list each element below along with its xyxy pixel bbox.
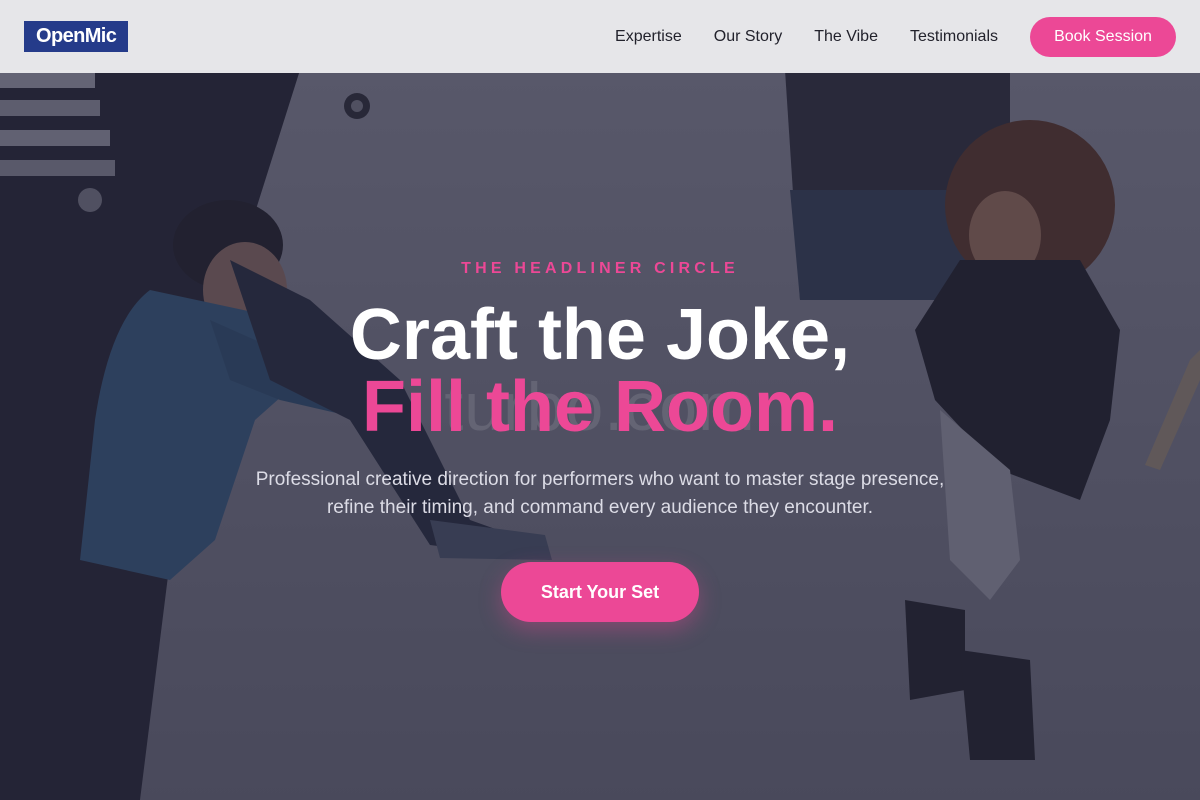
hero-headline-line-1: Craft the Joke,: [349, 295, 851, 375]
hero-subtext: Professional creative direction for perf…: [255, 469, 945, 518]
hero-eyebrow: THE HEADLINER CIRCLE: [461, 260, 739, 277]
start-your-set-button[interactable]: Start Your Set: [501, 562, 699, 622]
hero-headline-line-2: Fill the Room.: [362, 367, 838, 447]
hero-section: THE HEADLINER CIRCLE Craft the Joke, Fil…: [0, 0, 1200, 800]
